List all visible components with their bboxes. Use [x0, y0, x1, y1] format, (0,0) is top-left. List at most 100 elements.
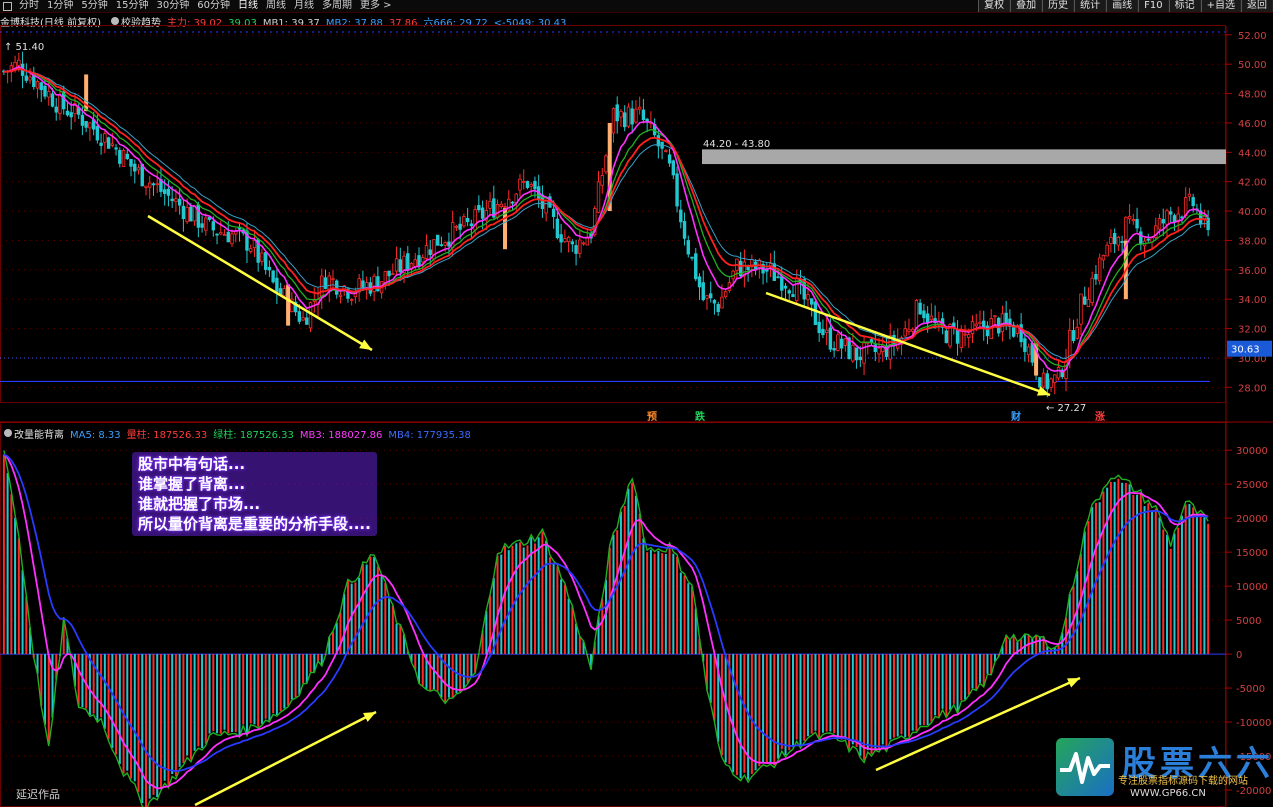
candle-body	[1045, 373, 1050, 390]
volume-bar	[264, 654, 267, 719]
volume-bar	[956, 654, 959, 713]
volume-bar	[878, 654, 881, 750]
candle-body	[162, 189, 167, 194]
candle-body	[851, 344, 855, 362]
volume-bar	[167, 654, 170, 786]
candle-body	[791, 294, 795, 298]
volume-bar	[773, 654, 776, 766]
volume-bar	[1147, 503, 1150, 655]
low-price-label: ← 27.27	[1046, 403, 1086, 414]
candle-body	[387, 270, 391, 277]
candle-body	[1053, 374, 1057, 384]
chart-canvas[interactable]: 52.00 50.00 48.00 46.00 44.00 42.00 40.00 38.00…	[0, 0, 1273, 807]
volume-bar	[111, 654, 114, 748]
volume-tick-label: 15000	[1236, 548, 1268, 559]
candle-body	[99, 142, 103, 146]
candle-body	[581, 242, 586, 245]
volume-bar	[1098, 502, 1101, 655]
volume-bar	[795, 654, 798, 740]
candle-body	[480, 207, 485, 219]
volume-bar	[638, 513, 641, 655]
volume-bar	[1199, 513, 1202, 655]
candle-body	[525, 181, 530, 189]
volume-bar	[148, 654, 151, 799]
volume-bar	[646, 552, 649, 655]
volume-bar	[268, 654, 271, 721]
candle-body	[559, 234, 563, 243]
candle-body	[544, 200, 548, 214]
volume-bar	[1195, 516, 1198, 655]
candle-body	[263, 252, 268, 270]
candle-body	[185, 206, 189, 223]
candle-body	[1083, 296, 1087, 305]
candle-body	[84, 120, 88, 128]
candle-body	[39, 82, 43, 91]
volume-bar	[144, 654, 147, 807]
candle-body	[54, 106, 58, 113]
volume-bar	[533, 543, 536, 655]
volume-bar	[507, 550, 510, 655]
candle-body	[1172, 215, 1177, 223]
candle-body	[974, 323, 978, 327]
volume-bar	[548, 557, 551, 655]
volume-bar	[567, 598, 570, 655]
volume-bar	[676, 556, 679, 655]
volume-bar	[922, 654, 925, 726]
candle-body	[469, 223, 474, 227]
candle-body	[765, 269, 769, 272]
volume-bar	[1143, 506, 1146, 655]
price-tick-label: 36.00	[1238, 266, 1267, 277]
candle-body	[454, 226, 459, 228]
volume-bar	[941, 654, 944, 709]
volume-bar	[866, 654, 869, 751]
volume-bar	[126, 654, 129, 771]
volume-bar	[309, 654, 312, 673]
volume-bar	[975, 654, 978, 690]
candle-body	[1079, 293, 1083, 325]
candle-body	[1146, 238, 1150, 241]
candle-body	[391, 273, 395, 276]
candle-body	[215, 233, 219, 236]
volume-bar	[260, 654, 263, 724]
candle-body	[959, 330, 963, 349]
volume-bar	[399, 625, 402, 655]
volume-bar	[208, 654, 211, 734]
volume-bar	[892, 654, 895, 738]
volume-bar	[81, 654, 84, 707]
candle-body	[28, 76, 32, 81]
volume-tick-label: -5000	[1236, 684, 1265, 695]
candle-body	[813, 301, 818, 325]
candle-body	[780, 276, 784, 291]
volume-bar	[47, 654, 50, 745]
volume-bar	[227, 654, 230, 734]
candle-body	[177, 198, 182, 206]
candle-body	[204, 217, 208, 231]
volume-bar	[788, 654, 791, 751]
candle-body	[1191, 197, 1195, 207]
candle-body	[361, 280, 365, 288]
volume-bar	[762, 654, 765, 763]
volume-bar	[1173, 533, 1176, 655]
candle-body	[424, 245, 429, 259]
volume-bar	[1169, 548, 1172, 655]
candle-body	[828, 327, 833, 350]
candle-body	[664, 150, 668, 153]
volume-bar	[806, 654, 809, 737]
candle-body	[421, 257, 425, 263]
candle-body	[1157, 218, 1162, 230]
overlay-line: 所以量价背离是重要的分析手段....	[138, 515, 371, 533]
volume-bar	[130, 654, 133, 779]
volume-bar	[10, 494, 13, 655]
volume-bar	[216, 654, 219, 734]
volume-bar	[245, 654, 248, 734]
candle-body	[1094, 273, 1098, 280]
candle-body	[1169, 211, 1173, 215]
current-price-label: 30.63	[1231, 345, 1260, 356]
volume-bar	[885, 654, 888, 750]
candle-body	[993, 315, 997, 318]
candle-body	[260, 252, 264, 262]
volume-bar	[388, 598, 391, 655]
candle-body	[551, 208, 556, 217]
volume-bar	[623, 506, 626, 655]
volume-bar	[907, 654, 910, 737]
